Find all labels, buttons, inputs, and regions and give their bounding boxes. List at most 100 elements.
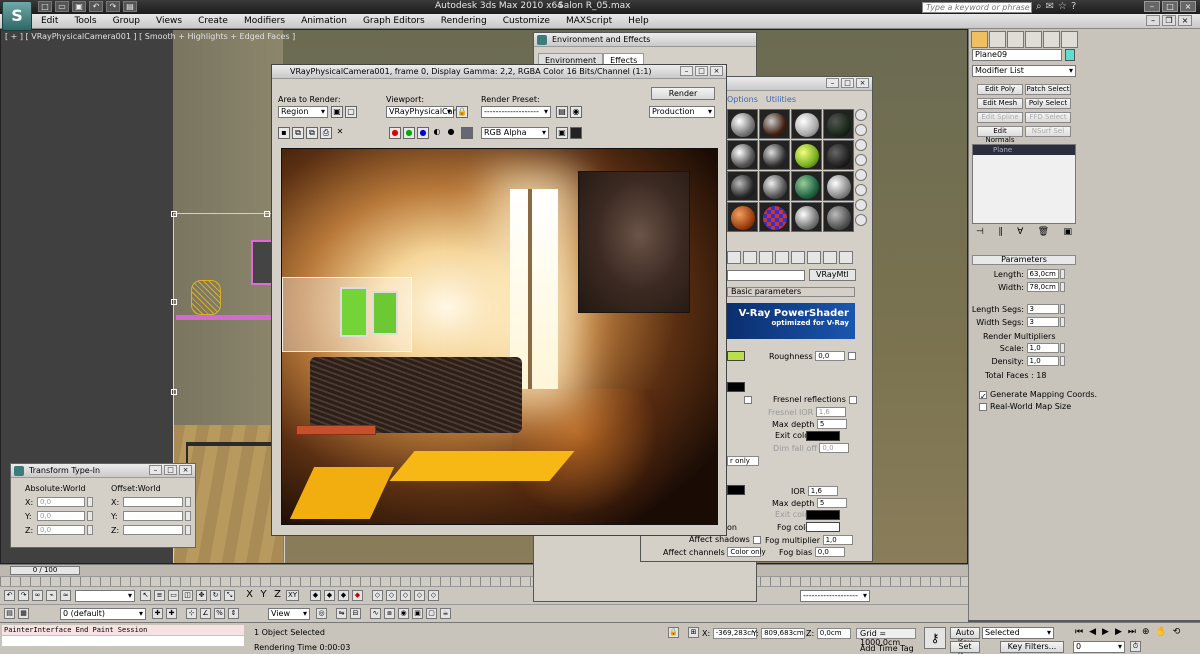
- pin-stack-icon[interactable]: ⊣: [976, 227, 984, 241]
- nsurf-sel-button[interactable]: NSurf Sel: [1025, 126, 1071, 137]
- spinner[interactable]: [1059, 343, 1065, 353]
- fog-color-swatch[interactable]: [806, 522, 840, 532]
- menu-maxscript[interactable]: MAXScript: [558, 16, 620, 26]
- doc-restore-icon[interactable]: ❐: [1162, 15, 1176, 26]
- menu-edit[interactable]: Edit: [33, 16, 66, 26]
- refract-max-depth-field[interactable]: 5: [816, 498, 847, 508]
- area-to-render-dropdown[interactable]: Region: [278, 106, 328, 118]
- length-field[interactable]: 63,0cm: [1026, 269, 1059, 279]
- modifier-list-dropdown[interactable]: Modifier List: [972, 65, 1076, 77]
- percent-snap-icon[interactable]: %: [214, 608, 225, 619]
- x-coord-field[interactable]: -369,283cr: [712, 628, 757, 639]
- spinner[interactable]: [87, 497, 93, 507]
- exit-color-swatch[interactable]: [806, 431, 840, 441]
- dialog-title-bar[interactable]: Environment and Effects: [534, 33, 756, 47]
- configure-modifier-sets-icon[interactable]: ▣: [1063, 227, 1072, 241]
- display-tab-icon[interactable]: [1043, 31, 1060, 48]
- toggle-ui-icon[interactable]: [570, 127, 582, 139]
- roughness-field[interactable]: 0,0: [815, 351, 846, 361]
- offset-x-field[interactable]: [123, 497, 183, 507]
- material-slot[interactable]: [791, 202, 822, 232]
- dynamics-icon[interactable]: ◇: [414, 590, 425, 601]
- dim-falloff-field[interactable]: 0,0: [819, 443, 850, 453]
- time-slider[interactable]: 0 / 100: [10, 566, 80, 575]
- orbit-icon[interactable]: ⟲: [1173, 627, 1181, 637]
- checkbox[interactable]: [744, 395, 752, 404]
- menu-group[interactable]: Group: [105, 16, 148, 26]
- ffd-select-button[interactable]: FFD Select: [1025, 112, 1071, 123]
- roughness-checkbox[interactable]: [848, 352, 857, 360]
- auto-region-icon[interactable]: ▢: [345, 106, 357, 118]
- material-slot[interactable]: [727, 171, 758, 201]
- edit-poly-button[interactable]: Edit Poly: [977, 84, 1023, 95]
- edit-spline-button[interactable]: Edit Spline: [977, 112, 1023, 123]
- zoom-extents-icon[interactable]: ⊕: [1142, 627, 1150, 637]
- menu-create[interactable]: Create: [190, 16, 236, 26]
- blue-channel-icon[interactable]: ●: [417, 127, 429, 139]
- maximize-icon[interactable]: □: [695, 66, 708, 76]
- show-end-result-icon[interactable]: ∥: [998, 227, 1003, 241]
- absolute-x-field[interactable]: 0,0: [37, 497, 85, 507]
- doc-close-icon[interactable]: ×: [1178, 15, 1192, 26]
- undo-icon[interactable]: ↶: [4, 590, 15, 601]
- monochrome-icon[interactable]: ●: [445, 127, 457, 139]
- add-to-layer-icon[interactable]: ✚: [166, 608, 177, 619]
- select-by-name-icon[interactable]: ≡: [154, 590, 165, 601]
- material-editor-icon[interactable]: ◉: [398, 608, 409, 619]
- render-production-icon[interactable]: ☕: [440, 608, 451, 619]
- maximize-icon[interactable]: □: [1162, 1, 1178, 12]
- layer-manager-icon[interactable]: ▤: [4, 608, 15, 619]
- render-setup-icon[interactable]: ▣: [412, 608, 423, 619]
- material-slot[interactable]: [727, 109, 758, 139]
- pan-icon[interactable]: ✋: [1156, 627, 1167, 637]
- utilities-tab-icon[interactable]: [1061, 31, 1078, 48]
- reset-map-icon[interactable]: [775, 251, 789, 264]
- layer-dropdown[interactable]: 0 (default): [60, 608, 146, 620]
- next-frame-icon[interactable]: ▶: [1115, 627, 1122, 637]
- auto-key-button[interactable]: Auto Key: [950, 627, 980, 647]
- show-end-result-icon[interactable]: [839, 251, 853, 264]
- primitive-icon[interactable]: ◆: [338, 590, 349, 601]
- menu-graph-editors[interactable]: Graph Editors: [355, 16, 433, 26]
- fresnel-ior-field[interactable]: 1,6: [815, 407, 846, 417]
- selection-set-dropdown[interactable]: Selected: [982, 627, 1054, 639]
- fog-bias-field[interactable]: 0,0: [814, 547, 845, 557]
- help-icon[interactable]: ?: [1071, 1, 1076, 12]
- primitive-icon[interactable]: ◆: [324, 590, 335, 601]
- reflect-color-swatch[interactable]: [727, 382, 745, 392]
- z-coord-field[interactable]: 0,0cm: [816, 628, 851, 639]
- absolute-y-field[interactable]: 0,0: [37, 511, 85, 521]
- render-button[interactable]: Render: [651, 87, 715, 100]
- subscription-icon[interactable]: ✉: [1046, 1, 1054, 12]
- axis-xy-button[interactable]: XY: [286, 590, 299, 601]
- material-slot[interactable]: [759, 140, 790, 170]
- minimize-icon[interactable]: –: [680, 66, 693, 76]
- clear-icon[interactable]: ✕: [334, 127, 346, 139]
- make-preview-icon[interactable]: [855, 184, 867, 196]
- modify-tab-icon[interactable]: [989, 31, 1006, 48]
- spinner[interactable]: [1059, 317, 1065, 327]
- viewport-dropdown[interactable]: VRayPhysicalCam: [386, 106, 460, 118]
- density-field[interactable]: 1,0: [1026, 356, 1059, 366]
- poly-select-button[interactable]: Poly Select: [1025, 98, 1071, 109]
- select-move-icon[interactable]: ✥: [196, 590, 207, 601]
- edit-normals-button[interactable]: Edit Normals: [977, 126, 1023, 144]
- track-bar[interactable]: [0, 576, 968, 586]
- background-icon[interactable]: [855, 139, 867, 151]
- select-rotate-icon[interactable]: ↻: [210, 590, 221, 601]
- material-type-button[interactable]: VRayMtl: [809, 269, 856, 281]
- object-paint-icon[interactable]: ◆: [310, 590, 321, 601]
- close-icon[interactable]: ×: [179, 465, 192, 475]
- stack-item-plane[interactable]: Plane: [973, 145, 1075, 155]
- dynamics-icon[interactable]: ◇: [400, 590, 411, 601]
- add-time-tag-button[interactable]: Add Time Tag: [860, 644, 914, 653]
- hierarchy-tab-icon[interactable]: [1007, 31, 1024, 48]
- object-name-field[interactable]: Plane09: [972, 49, 1062, 61]
- pivot-point-icon[interactable]: ◎: [316, 608, 327, 619]
- dialog-title-bar[interactable]: VRayPhysicalCamera001, frame 0, Display …: [272, 65, 726, 79]
- save-file-icon[interactable]: ▣: [72, 1, 86, 12]
- make-unique-icon[interactable]: [791, 251, 805, 264]
- spinner[interactable]: [1059, 282, 1065, 292]
- selection-handle[interactable]: [171, 299, 177, 305]
- axis-y-button[interactable]: Y: [258, 590, 269, 601]
